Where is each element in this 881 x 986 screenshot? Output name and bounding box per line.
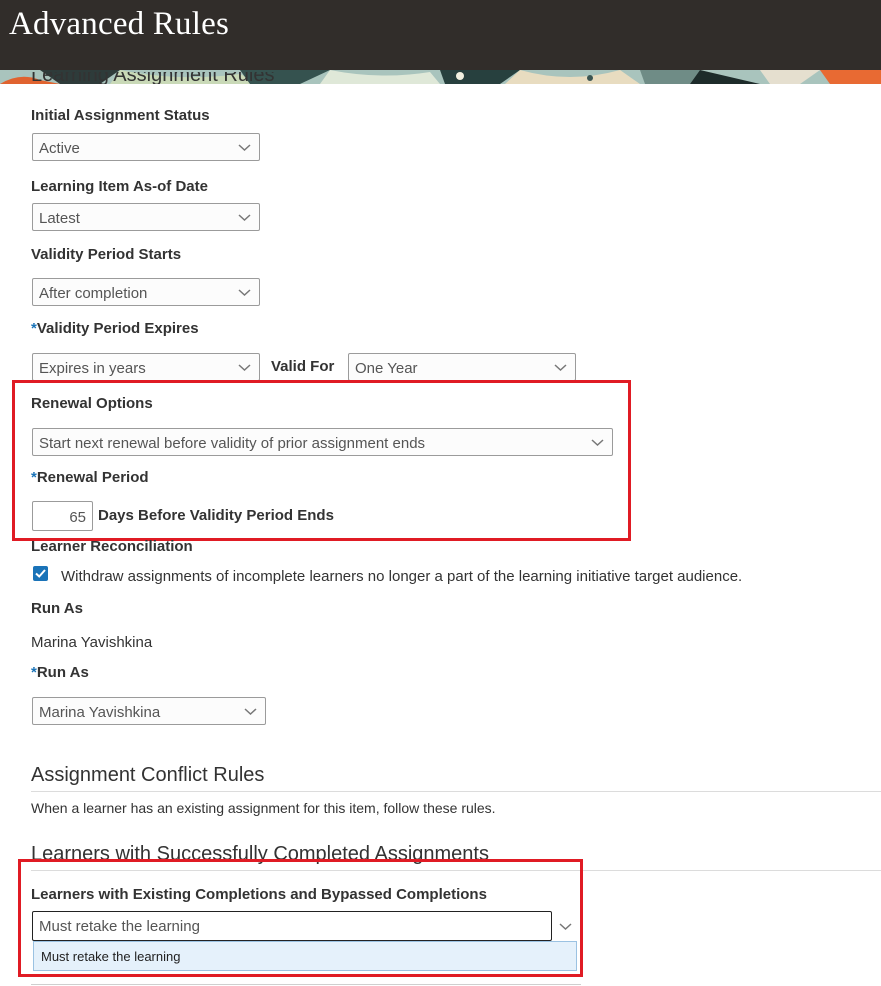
initial-status-label: Initial Assignment Status [31, 107, 210, 124]
checkmark-icon [35, 569, 46, 578]
assignment-conflict-description: When a learner has an existing assignmen… [31, 800, 496, 816]
renewal-options-select[interactable]: Start next renewal before validity of pr… [32, 428, 613, 456]
assignment-conflict-rules-title: Assignment Conflict Rules [31, 764, 265, 786]
chevron-down-icon [244, 708, 257, 716]
run-as-display-label: Run As [31, 600, 83, 617]
run-as-display-value: Marina Yavishkina [31, 634, 153, 651]
initial-status-select[interactable]: Active [32, 133, 260, 161]
withdraw-checkbox-text: Withdraw assignments of incomplete learn… [61, 568, 743, 585]
chevron-down-icon [238, 289, 251, 297]
validity-starts-select[interactable]: After completion [32, 278, 260, 306]
valid-for-select[interactable]: One Year [348, 353, 576, 381]
existing-completions-label: Learners with Existing Completions and B… [31, 886, 487, 903]
renewal-period-label: *Renewal Period [31, 469, 149, 486]
learning-assignment-rules-title: Learning Assignment Rules [31, 72, 275, 84]
chevron-down-icon [238, 144, 251, 152]
withdraw-checkbox[interactable] [33, 566, 48, 581]
chevron-down-icon [591, 439, 604, 447]
renewal-period-suffix: Days Before Validity Period Ends [98, 507, 334, 524]
validity-starts-label: Validity Period Starts [31, 246, 182, 263]
existing-completions-dropdown: Must retake the learning [33, 941, 577, 971]
bottom-divider [31, 984, 581, 985]
run-as-label: *Run As [31, 664, 89, 681]
section-divider [31, 791, 881, 792]
validity-expires-select[interactable]: Expires in years [32, 353, 260, 381]
existing-completions-select[interactable]: Must retake the learning [32, 911, 552, 941]
chevron-down-icon[interactable] [559, 920, 572, 933]
chevron-down-icon [238, 364, 251, 372]
page-title: Advanced Rules [9, 6, 229, 42]
chevron-down-icon [554, 364, 567, 372]
valid-for-label: Valid For [271, 358, 335, 375]
chevron-down-icon [238, 214, 251, 222]
renewal-options-label: Renewal Options [31, 395, 153, 412]
dropdown-option[interactable]: Must retake the learning [41, 949, 180, 964]
learner-reconciliation-label: Learner Reconciliation [31, 538, 193, 555]
validity-expires-label: *Validity Period Expires [31, 320, 199, 337]
run-as-select[interactable]: Marina Yavishkina [32, 697, 266, 725]
as-of-date-select[interactable]: Latest [32, 203, 260, 231]
renewal-period-input[interactable]: 65 [32, 501, 93, 531]
as-of-date-label: Learning Item As-of Date [31, 178, 208, 195]
